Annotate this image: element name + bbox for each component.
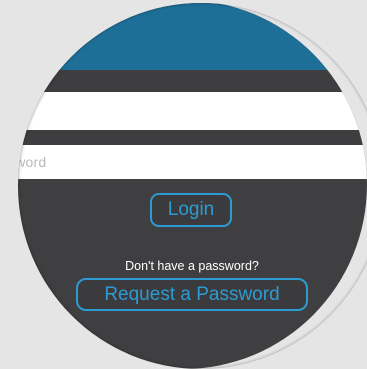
divider-band bbox=[18, 70, 367, 92]
divider-band bbox=[18, 130, 367, 145]
password-placeholder: sword bbox=[8, 154, 47, 170]
password-field[interactable]: sword bbox=[8, 145, 367, 179]
screenshot-stage: sword Login Don't have a password? Reque… bbox=[0, 0, 367, 369]
login-button[interactable]: Login bbox=[150, 193, 232, 227]
no-password-prompt: Don't have a password? bbox=[125, 259, 259, 273]
magnifier-lens: sword Login Don't have a password? Reque… bbox=[8, 3, 367, 369]
request-password-button[interactable]: Request a Password bbox=[76, 278, 308, 311]
header-bar bbox=[18, 3, 367, 70]
username-field[interactable] bbox=[18, 92, 367, 130]
login-button-label: Login bbox=[167, 199, 215, 220]
request-password-label: Request a Password bbox=[104, 283, 280, 305]
